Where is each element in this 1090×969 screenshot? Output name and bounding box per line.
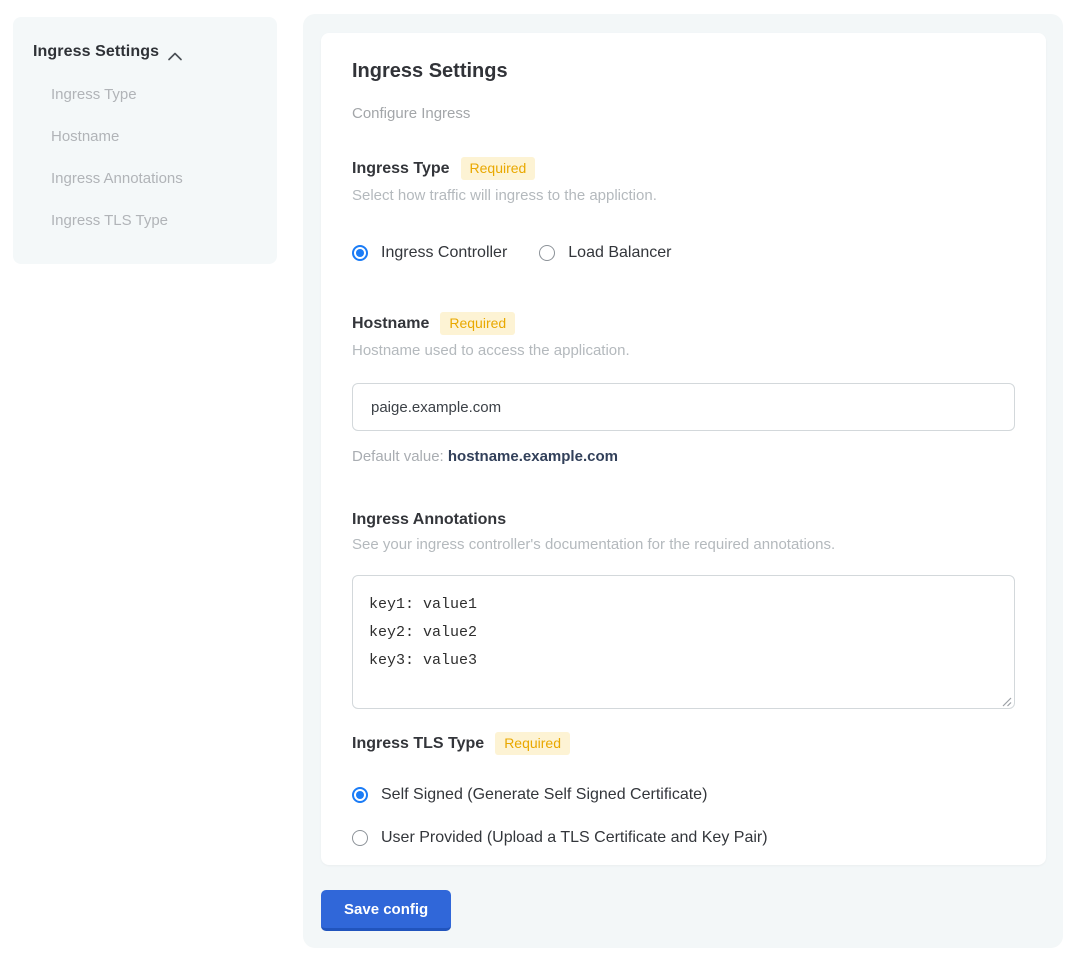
page: Ingress Settings Ingress Type Hostname I…	[0, 0, 1090, 969]
page-title: Ingress Settings	[352, 60, 1015, 83]
radio-unselected-icon[interactable]	[352, 830, 368, 846]
radio-self-signed[interactable]: Self Signed (Generate Self Signed Certif…	[352, 786, 1015, 804]
radio-unselected-icon[interactable]	[539, 245, 555, 261]
required-badge: Required	[461, 157, 536, 180]
section-ingress-annotations: Ingress Annotations See your ingress con…	[352, 511, 1015, 709]
radio-user-provided-label[interactable]: User Provided (Upload a TLS Certificate …	[381, 829, 768, 847]
required-badge: Required	[495, 732, 570, 755]
radio-ingress-controller[interactable]: Ingress Controller	[352, 244, 507, 262]
ingress-type-radio-group: Ingress Controller Load Balancer	[352, 244, 1015, 262]
section-ingress-tls-type: Ingress TLS Type Required Self Signed (G…	[352, 732, 1015, 847]
ingress-type-label: Ingress Type	[352, 160, 450, 178]
nav-group-ingress-settings[interactable]: Ingress Settings	[33, 43, 257, 61]
radio-load-balancer-label[interactable]: Load Balancer	[568, 244, 671, 262]
page-subtitle: Configure Ingress	[352, 105, 1015, 122]
required-badge: Required	[440, 312, 515, 335]
chevron-up-icon	[168, 48, 182, 57]
radio-self-signed-label[interactable]: Self Signed (Generate Self Signed Certif…	[381, 786, 707, 804]
nav-item-ingress-tls-type[interactable]: Ingress TLS Type	[33, 212, 257, 229]
hostname-input[interactable]	[352, 383, 1015, 431]
hostname-label: Hostname	[352, 315, 429, 333]
radio-user-provided[interactable]: User Provided (Upload a TLS Certificate …	[352, 829, 1015, 847]
hostname-default-value: Default value: hostname.example.com	[352, 448, 1015, 465]
ingress-annotations-help: See your ingress controller's documentat…	[352, 536, 1015, 553]
default-value-prefix: Default value:	[352, 448, 448, 465]
radio-selected-icon[interactable]	[352, 787, 368, 803]
nav-group-title: Ingress Settings	[33, 43, 159, 61]
config-panel: Ingress Settings Configure Ingress Ingre…	[303, 14, 1063, 948]
ingress-tls-type-label: Ingress TLS Type	[352, 735, 484, 753]
nav-item-ingress-type[interactable]: Ingress Type	[33, 86, 257, 103]
nav-item-ingress-annotations[interactable]: Ingress Annotations	[33, 170, 257, 187]
section-hostname: Hostname Required Hostname used to acces…	[352, 312, 1015, 465]
save-config-button[interactable]: Save config	[321, 890, 451, 931]
config-card: Ingress Settings Configure Ingress Ingre…	[321, 33, 1046, 865]
section-ingress-type: Ingress Type Required Select how traffic…	[352, 157, 1015, 262]
radio-selected-icon[interactable]	[352, 245, 368, 261]
default-value-text: hostname.example.com	[448, 448, 618, 465]
ingress-type-help: Select how traffic will ingress to the a…	[352, 187, 1015, 204]
config-nav-sidebar: Ingress Settings Ingress Type Hostname I…	[13, 17, 277, 264]
nav-item-hostname[interactable]: Hostname	[33, 128, 257, 145]
ingress-annotations-textarea[interactable]: key1: value1 key2: value2 key3: value3	[352, 575, 1015, 709]
textarea-resize-handle[interactable]	[1001, 694, 1012, 705]
radio-load-balancer[interactable]: Load Balancer	[539, 244, 671, 262]
radio-ingress-controller-label[interactable]: Ingress Controller	[381, 244, 507, 262]
ingress-annotations-label: Ingress Annotations	[352, 511, 506, 529]
hostname-help: Hostname used to access the application.	[352, 342, 1015, 359]
